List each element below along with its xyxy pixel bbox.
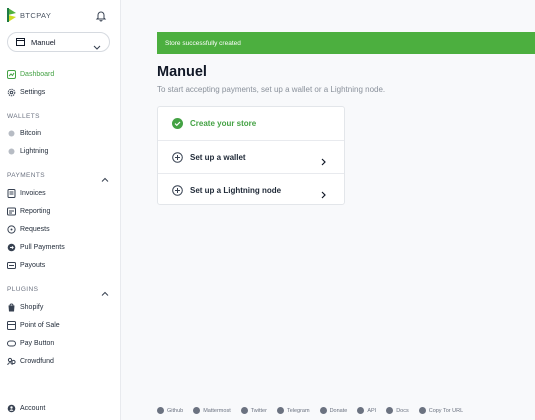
sidebar-item-label: Pull Payments xyxy=(20,243,65,251)
brand-name: BTCPAY xyxy=(20,10,52,20)
sidebar-item-label: Settings xyxy=(20,88,46,96)
sidebar-item-label: Account xyxy=(20,404,46,412)
section-title-wallets: WALLETS xyxy=(7,113,40,120)
sidebar-item-label: Requests xyxy=(20,225,50,233)
pos-icon xyxy=(7,320,16,330)
sidebar-item-payouts[interactable]: Payouts xyxy=(7,259,45,271)
success-alert-message: Store successfully created xyxy=(165,39,241,47)
sidebar-item-settings[interactable]: Settings xyxy=(7,86,45,98)
sidebar-item-shopify[interactable]: Shopify xyxy=(7,301,43,313)
heart-icon xyxy=(319,407,327,414)
report-icon xyxy=(7,207,16,216)
user-icon xyxy=(7,404,16,413)
step-create-store: Create your store xyxy=(158,107,344,140)
github-icon xyxy=(157,407,164,414)
dashboard-icon xyxy=(7,69,16,79)
footer-links: Github Mattermost Twitter Telegram Donat… xyxy=(157,407,473,414)
sidebar-item-label: Invoices xyxy=(20,189,46,197)
chevron-down-icon xyxy=(93,38,101,56)
footer-link-docs[interactable]: Docs xyxy=(386,407,409,414)
setup-steps-list: Create your store Set up a wallet Set up… xyxy=(157,106,345,205)
sidebar-item-label: Shopify xyxy=(20,303,44,311)
chevron-right-icon xyxy=(320,186,327,204)
sidebar-item-label: Lightning xyxy=(20,147,49,155)
sidebar-item-requests[interactable]: Requests xyxy=(7,223,50,235)
footer-link-api[interactable]: API xyxy=(357,407,376,414)
step-label: Set up a Lightning node xyxy=(190,185,282,195)
sidebar-item-lightning[interactable]: Lightning xyxy=(7,145,48,157)
sidebar-item-label: Crowdfund xyxy=(20,357,54,365)
sidebar-item-pay-button[interactable]: Pay Button xyxy=(7,337,54,349)
store-icon xyxy=(16,33,25,51)
sidebar-item-dashboard[interactable]: Dashboard xyxy=(7,68,54,80)
sidebar-item-label: Point of Sale xyxy=(20,321,60,329)
footer-link-donate[interactable]: Donate xyxy=(319,407,347,414)
chevron-up-icon[interactable] xyxy=(101,285,109,303)
notifications-bell-icon[interactable] xyxy=(95,9,107,22)
sidebar-item-label: Reporting xyxy=(20,207,51,215)
step-label: Set up a wallet xyxy=(190,152,246,162)
api-icon xyxy=(357,407,365,414)
step-set-up-lightning[interactable]: Set up a Lightning node xyxy=(158,173,344,206)
page-subtitle: To start accepting payments, set up a wa… xyxy=(157,85,386,94)
footer-link-github[interactable]: Github xyxy=(157,407,183,414)
sidebar-item-bitcoin[interactable]: Bitcoin xyxy=(7,127,41,139)
shopify-icon xyxy=(7,303,16,312)
sidebar-item-label: Pay Button xyxy=(20,339,55,347)
sidebar-item-invoices[interactable]: Invoices xyxy=(7,187,46,199)
telegram-icon xyxy=(276,407,284,414)
store-selector-value: Manuel xyxy=(31,37,56,47)
section-title-plugins: PLUGINS xyxy=(7,286,39,293)
sidebar-item-crowdfund[interactable]: Crowdfund xyxy=(7,355,54,367)
footer-link-copy-tor-url[interactable]: Copy Tor URL xyxy=(418,407,463,414)
sidebar-item-account[interactable]: Account xyxy=(7,402,45,414)
check-circle-icon xyxy=(172,118,183,129)
docs-icon xyxy=(386,407,394,414)
twitter-icon xyxy=(240,407,248,414)
invoice-icon xyxy=(7,188,16,198)
sidebar-item-label: Bitcoin xyxy=(20,129,42,137)
store-selector[interactable]: Manuel xyxy=(7,32,110,52)
mattermost-icon xyxy=(193,407,201,414)
payout-icon xyxy=(7,261,16,270)
step-set-up-wallet[interactable]: Set up a wallet xyxy=(158,140,344,173)
chevron-up-icon[interactable] xyxy=(101,171,109,189)
step-label: Create your store xyxy=(190,119,257,128)
sidebar-item-reporting[interactable]: Reporting xyxy=(7,205,50,217)
plus-circle-icon xyxy=(172,151,183,163)
footer-link-mattermost[interactable]: Mattermost xyxy=(193,407,231,414)
footer-link-telegram[interactable]: Telegram xyxy=(276,407,310,414)
page-title: Manuel xyxy=(157,64,207,80)
crowdfund-icon xyxy=(7,357,16,366)
sidebar-item-pull-payments[interactable]: Pull Payments xyxy=(7,241,65,253)
status-dot-icon xyxy=(7,147,16,156)
request-icon xyxy=(7,224,16,234)
status-dot-icon xyxy=(7,129,16,138)
section-title-payments: PAYMENTS xyxy=(7,172,45,179)
sidebar-item-label: Payouts xyxy=(20,261,46,269)
footer-link-twitter[interactable]: Twitter xyxy=(240,407,267,414)
sidebar: BTCPAY Manuel Dashboard Settings WALLETS… xyxy=(0,0,121,420)
pay-button-icon xyxy=(7,339,16,348)
plus-circle-icon xyxy=(172,184,183,196)
sidebar-item-label: Dashboard xyxy=(20,70,55,78)
brand-logo[interactable]: BTCPAY xyxy=(7,7,51,23)
chevron-right-icon xyxy=(320,153,327,171)
sidebar-item-point-of-sale[interactable]: Point of Sale xyxy=(7,319,60,331)
success-alert: Store successfully created xyxy=(157,32,535,54)
gear-icon xyxy=(7,88,16,97)
pull-payment-icon xyxy=(7,243,16,252)
tor-icon xyxy=(418,407,426,414)
btcpay-logo-icon xyxy=(7,8,17,22)
